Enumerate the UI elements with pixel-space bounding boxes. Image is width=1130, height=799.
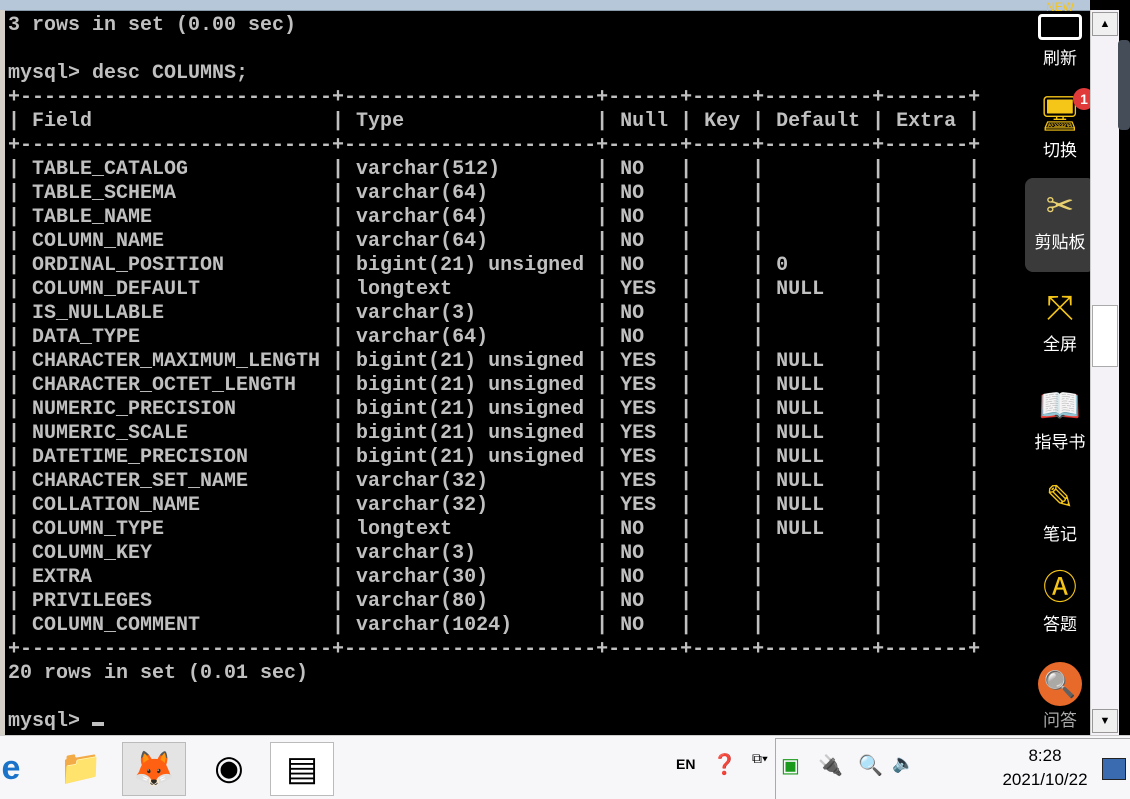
prompt: mysql> [8,710,93,733]
language-indicator[interactable]: EN [676,756,695,772]
sidebar-item-switch[interactable]: 🖥 1 切换 [1025,88,1095,161]
sidebar-item-label: 剪贴板 [1034,233,1086,252]
qa-search-icon: 🔍 [1038,662,1082,706]
table-row: | EXTRA | varchar(30) | NO | | | | [8,566,981,589]
sidebar-item-fullscreen[interactable]: ⤧ 全屏 [1025,286,1095,355]
table-border: +--------------------------+------------… [8,638,981,661]
app-tray-icon[interactable]: ▣ [781,753,800,778]
table-row: | COLUMN_COMMENT | varchar(1024) | NO | … [8,614,981,637]
table-row: | NUMERIC_SCALE | bigint(21) unsigned | … [8,422,981,445]
sidebar-item-label: 笔记 [1043,525,1077,544]
table-row: | TABLE_CATALOG | varchar(512) | NO | | … [8,158,981,181]
clock[interactable]: 8:28 2021/10/22 [990,744,1100,792]
sidebar-item-label: 刷新 [1043,49,1077,68]
result-summary: 20 rows in set (0.01 sec) [8,662,309,685]
table-row: | TABLE_SCHEMA | varchar(64) | NO | | | … [8,182,981,205]
help-icon[interactable]: ❓ [712,752,737,777]
terminal-output[interactable]: 3 rows in set (0.00 sec) mysql> desc COL… [8,14,980,734]
sidebar-item-answer[interactable]: Ⓐ 答题 [1025,566,1095,635]
ie-icon[interactable]: e [0,742,42,794]
firefox-icon[interactable]: 🦊 [122,742,186,796]
table-row: | CHARACTER_SET_NAME | varchar(32) | YES… [8,470,981,493]
table-row: | DATETIME_PRECISION | bigint(21) unsign… [8,446,981,469]
tool-sidebar: NEW 刷新 🖥 1 切换 ✂ 剪贴板 ⤧ 全屏 📖 指导书 ✎ 笔记 Ⓐ 答题 🔍 问答 [1025,0,1095,735]
sidebar-item-refresh[interactable]: NEW 刷新 [1025,0,1095,69]
show-desktop-icon[interactable] [1102,758,1126,780]
table-row: | CHARACTER_MAXIMUM_LENGTH | bigint(21) … [8,350,981,373]
explorer-icon[interactable]: 📁 [50,742,112,794]
refresh-new-icon: NEW [1038,0,1082,44]
sidebar-item-label: 切换 [1043,141,1077,160]
table-row: | PRIVILEGES | varchar(80) | NO | | | | [8,590,981,613]
table-header: | Field | Type | Null | Key | Default | … [8,110,981,133]
sidebar-item-guide[interactable]: 📖 指导书 [1025,384,1095,453]
vertical-scrollbar[interactable]: ▲ ▼ [1090,10,1119,735]
table-row: | COLUMN_NAME | varchar(64) | NO | | | | [8,230,981,253]
sidebar-item-label: 答题 [1043,615,1077,634]
search-tray-icon[interactable]: 🔍 [858,753,883,778]
table-row: | NUMERIC_PRECISION | bigint(21) unsigne… [8,398,981,421]
terminal-window-icon[interactable]: ▤ [270,742,334,796]
table-row: | TABLE_NAME | varchar(64) | NO | | | | [8,206,981,229]
table-row: | COLUMN_KEY | varchar(3) | NO | | | | [8,542,981,565]
side-handle[interactable] [1118,40,1130,130]
table-row: | COLUMN_TYPE | longtext | NO | | NULL |… [8,518,981,541]
table-row: | COLUMN_DEFAULT | longtext | YES | | NU… [8,278,981,301]
answer-icon: Ⓐ [1043,569,1077,607]
previous-result: 3 rows in set (0.00 sec) [8,14,297,37]
scroll-up-button[interactable]: ▲ [1092,12,1118,36]
table-row: | CHARACTER_OCTET_LENGTH | bigint(21) un… [8,374,981,397]
table-row: | ORDINAL_POSITION | bigint(21) unsigned… [8,254,981,277]
cursor [92,722,105,726]
sidebar-item-clipboard[interactable]: ✂ 剪贴板 [1025,178,1095,272]
window-border [0,10,5,735]
scroll-thumb[interactable] [1092,305,1118,367]
table-row: | COLLATION_NAME | varchar(32) | YES | |… [8,494,981,517]
sidebar-item-notes[interactable]: ✎ 笔记 [1025,476,1095,545]
volume-icon[interactable]: 🔈 [892,753,914,774]
sidebar-item-label: 问答 [1043,711,1077,730]
chrome-icon[interactable]: ◉ [198,742,260,794]
fullscreen-icon: ⤧ [1046,289,1074,327]
sidebar-item-label: 指导书 [1034,433,1086,452]
command-line: mysql> desc COLUMNS; [8,62,249,85]
table-border: +--------------------------+------------… [8,134,981,157]
taskbar: e 📁 🦊 ◉ ▤ EN ❓ ⧉▾ ▣ 🔌 🔍 🔈 8:28 2021/10/22 [0,735,1130,799]
desc-table: +--------------------------+------------… [8,86,980,661]
scroll-down-button[interactable]: ▼ [1092,709,1118,733]
network-icon[interactable]: 🔌 [818,753,843,778]
table-row: | IS_NULLABLE | varchar(3) | NO | | | | [8,302,981,325]
window-title-bar [0,0,1090,11]
sidebar-item-label: 全屏 [1043,335,1077,354]
sidebar-item-qa[interactable]: 🔍 问答 [1025,662,1095,731]
scissors-icon: ✂ [1045,187,1075,225]
date: 2021/10/22 [1002,770,1088,789]
book-icon: 📖 [1038,387,1082,425]
time: 8:28 [1028,746,1062,765]
pencil-icon: ✎ [1045,479,1075,517]
table-border: +--------------------------+------------… [8,86,981,109]
table-row: | DATA_TYPE | varchar(64) | NO | | | | [8,326,981,349]
window-switch-icon[interactable]: ⧉▾ [752,750,768,767]
